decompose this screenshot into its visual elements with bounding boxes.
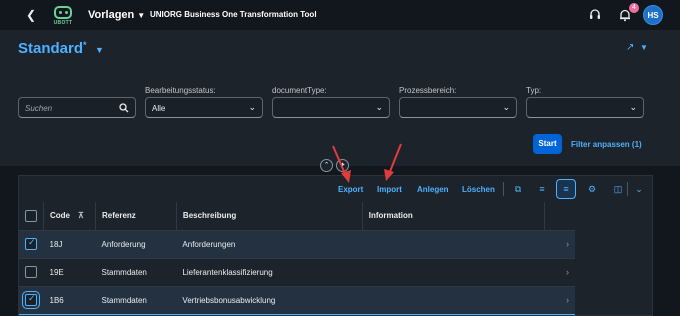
- robot-icon: [54, 6, 72, 19]
- chevron-down-icon: ⌄: [502, 102, 510, 112]
- row-checkbox[interactable]: [25, 266, 37, 278]
- variant-chevron-down-icon[interactable]: ▼: [95, 45, 104, 55]
- code-cell: 1B6: [43, 285, 96, 315]
- header-toggles: ⌃ ✦: [318, 159, 350, 173]
- app-menu-button[interactable]: Vorlagen ▼: [88, 9, 145, 21]
- collapse-header-icon[interactable]: ⌃: [320, 159, 333, 172]
- share-chevron-down-icon[interactable]: ▼: [640, 43, 648, 52]
- status-value: Alle: [152, 104, 166, 113]
- app-menu-label: Vorlagen: [88, 9, 135, 21]
- table-row[interactable]: 1B6 Stammdaten Vertriebsbonusabwicklung …: [19, 285, 575, 315]
- chevron-down-icon: ▼: [137, 11, 146, 20]
- variant-title[interactable]: Standard*: [18, 40, 87, 57]
- typ-select[interactable]: ⌄: [526, 97, 644, 118]
- chevron-down-icon: ⌄: [375, 102, 383, 112]
- information-cell: [362, 230, 545, 259]
- expand-rows-icon[interactable]: ≡: [534, 182, 550, 196]
- toolbar-divider: [627, 182, 628, 196]
- headset-icon[interactable]: [588, 8, 602, 22]
- modified-marker: *: [83, 40, 87, 50]
- chevron-down-icon[interactable]: ⌄: [631, 182, 647, 196]
- referenz-cell: Anforderung: [95, 230, 177, 259]
- table-toolbar: Export Import Anlegen Löschen ⧉ ≡ ≡ ⚙ ◫ …: [19, 176, 652, 202]
- group-icon[interactable]: ◫: [610, 182, 626, 196]
- prozessbereich-select[interactable]: ⌄: [399, 97, 517, 118]
- row-select-cell: [19, 285, 44, 315]
- filter-label-prozessbereich: Prozessbereich:: [399, 86, 457, 95]
- adapt-filter-button[interactable]: Filter anpassen (1): [571, 140, 642, 149]
- row-checkbox[interactable]: [22, 291, 40, 309]
- column-header-information[interactable]: Information: [362, 202, 546, 231]
- share-icon[interactable]: ↗: [626, 42, 634, 53]
- export-button[interactable]: Export: [338, 185, 363, 194]
- code-cell: 18J: [43, 230, 96, 259]
- information-cell: [362, 258, 545, 287]
- select-all-checkbox[interactable]: [25, 209, 37, 222]
- filter-label-documenttype: documentType:: [272, 86, 327, 95]
- column-header-beschreibung[interactable]: Beschreibung: [176, 202, 363, 231]
- row-checkbox[interactable]: [25, 237, 37, 250]
- table-row[interactable]: 18J Anforderung Anforderungen ›: [19, 230, 575, 259]
- row-navigation-icon[interactable]: ›: [544, 258, 575, 287]
- start-button[interactable]: Start: [533, 134, 562, 154]
- column-header-code[interactable]: Code ⊼: [43, 202, 96, 231]
- beschreibung-cell: Anforderungen: [176, 230, 363, 259]
- app-title: UNIORG Business One Transformation Tool: [150, 10, 317, 19]
- referenz-cell: Stammdaten: [95, 285, 177, 315]
- beschreibung-cell: Vertriebsbonusabwicklung: [176, 285, 363, 315]
- row-navigation-icon[interactable]: ›: [544, 285, 575, 315]
- code-cell: 19E: [43, 258, 96, 287]
- pin-header-icon[interactable]: ✦: [336, 159, 349, 172]
- chevron-down-icon: ⌄: [248, 102, 256, 112]
- column-header-referenz[interactable]: Referenz: [95, 202, 177, 231]
- shell-bar: ❮ UBOTT Vorlagen ▼ UNIORG Business One Tr…: [0, 0, 680, 30]
- templates-table: Code ⊼ Referenz Beschreibung Information …: [19, 202, 575, 315]
- row-select-cell: [19, 258, 44, 287]
- referenz-cell: Stammdaten: [95, 258, 177, 287]
- row-select-cell: [19, 230, 44, 259]
- notification-badge: 4: [629, 3, 639, 13]
- import-button[interactable]: Import: [377, 185, 402, 194]
- status-select[interactable]: Alle ⌄: [145, 97, 263, 118]
- row-navigation-icon[interactable]: ›: [544, 230, 575, 259]
- delete-button[interactable]: Löschen: [462, 185, 495, 194]
- table-panel: Export Import Anlegen Löschen ⧉ ≡ ≡ ⚙ ◫ …: [18, 175, 653, 316]
- create-button[interactable]: Anlegen: [417, 185, 449, 194]
- information-cell: [362, 285, 545, 315]
- sort-ascending-icon: ⊼: [78, 211, 84, 221]
- toolbar-divider: [503, 182, 504, 196]
- search-icon[interactable]: [119, 103, 129, 113]
- search-placeholder: Suchen: [25, 104, 53, 113]
- back-icon[interactable]: ❮: [26, 8, 36, 22]
- column-header-nav: [544, 202, 575, 231]
- documenttype-select[interactable]: ⌄: [272, 97, 390, 118]
- settings-icon[interactable]: ⚙: [584, 182, 600, 196]
- collapse-rows-icon[interactable]: ≡: [556, 179, 576, 199]
- filter-label-typ: Typ:: [526, 86, 542, 95]
- copy-icon[interactable]: ⧉: [510, 182, 526, 196]
- search-input[interactable]: Suchen: [18, 97, 136, 118]
- table-row[interactable]: 19E Stammdaten Lieferantenklassifizierun…: [19, 258, 575, 287]
- avatar[interactable]: HS: [643, 5, 663, 25]
- logo[interactable]: UBOTT: [50, 3, 76, 29]
- chevron-down-icon: ⌄: [629, 102, 637, 112]
- beschreibung-cell: Lieferantenklassifizierung: [176, 258, 363, 287]
- table-header-row: Code ⊼ Referenz Beschreibung Information: [19, 202, 575, 231]
- select-all-cell: [19, 202, 44, 231]
- filter-label-status: Bearbeitungsstatus:: [145, 86, 216, 95]
